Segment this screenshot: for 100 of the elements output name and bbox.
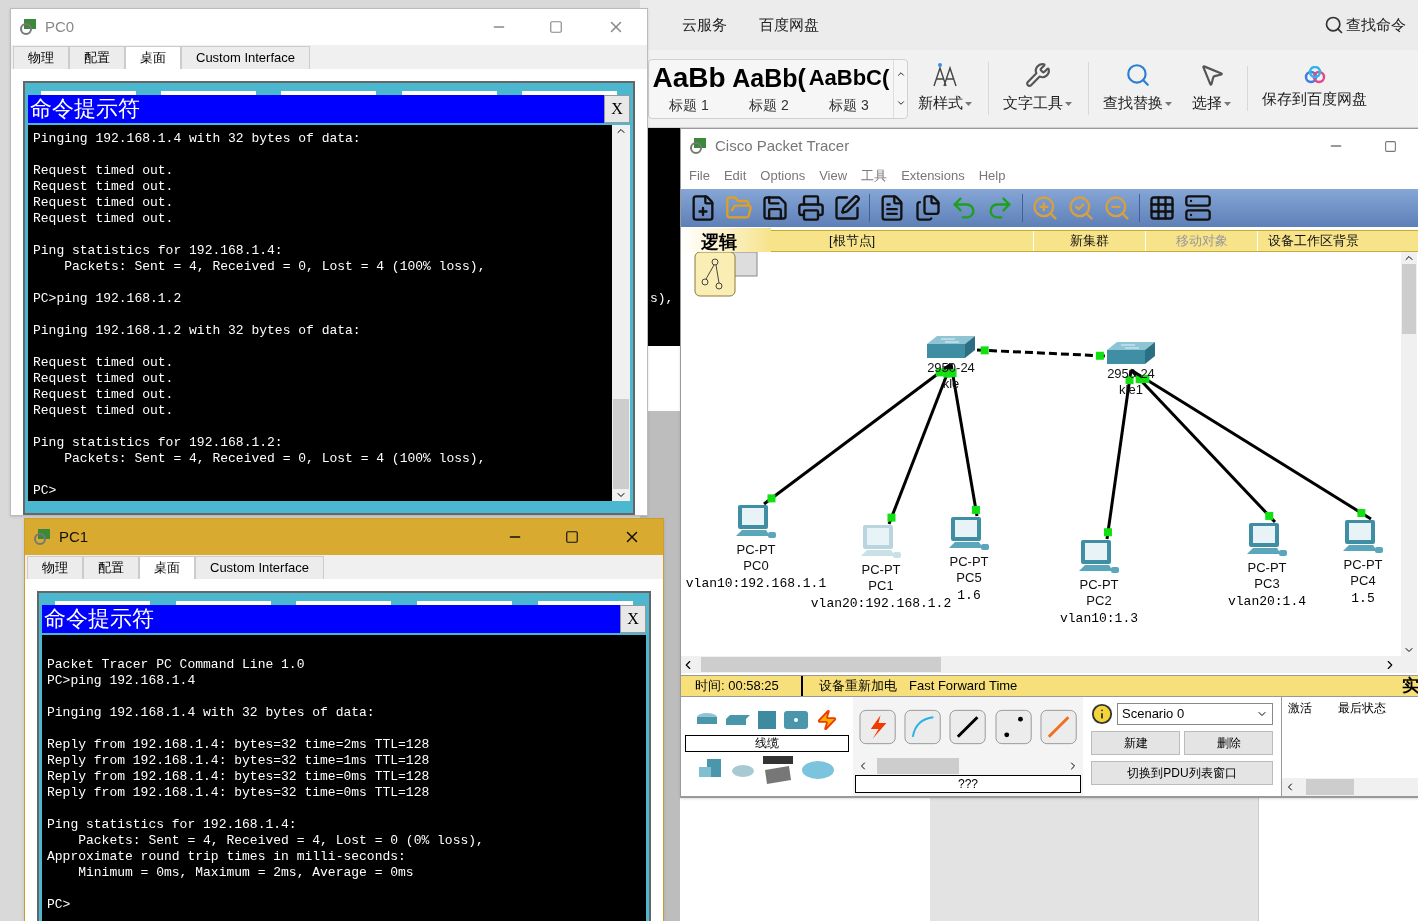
scrollbar-thumb[interactable]	[877, 758, 959, 774]
terminal-line: Packet Tracer PC Command Line 1.0	[47, 657, 306, 673]
switch-category-icon[interactable]	[726, 715, 750, 725]
menu-item[interactable]: 工具	[861, 166, 888, 186]
font-style-icon	[932, 62, 958, 89]
workspace-tab[interactable]: 逻辑	[681, 227, 771, 255]
fast-forward-button[interactable]: Fast Forward Time	[909, 676, 1018, 696]
menu-tab[interactable]: 百度网盘	[759, 13, 819, 37]
category-label: 线缆	[685, 735, 849, 752]
menu-tab[interactable]: 云服务	[682, 13, 727, 37]
edit-icon[interactable]	[833, 194, 861, 222]
app-icon	[33, 527, 53, 547]
palette-icon[interactable]	[1148, 194, 1176, 222]
switch-icon	[1105, 340, 1157, 366]
terminal-line: Reply from 192.168.1.4: bytes=32 time=1ms TTL=128	[47, 753, 431, 769]
command-search[interactable]: 查找命令	[1346, 13, 1406, 37]
tab[interactable]: 物理	[27, 556, 83, 579]
menu-item[interactable]: File	[689, 166, 710, 186]
column-header[interactable]: 激活	[1282, 699, 1332, 717]
vertical-scrollbar[interactable]	[1401, 252, 1417, 656]
cable-link[interactable]	[976, 346, 1106, 360]
menu-item[interactable]: Help	[978, 166, 1006, 186]
tab[interactable]: 桌面	[125, 46, 181, 69]
pdu-list-button[interactable]: 切换到PDU列表窗口	[1091, 761, 1273, 785]
tab[interactable]: 配置	[83, 556, 139, 579]
close-button[interactable]: X	[620, 605, 646, 633]
scenario-button[interactable]: 删除	[1184, 731, 1273, 755]
tab[interactable]: 配置	[69, 46, 125, 69]
info-icon[interactable]	[1091, 703, 1113, 725]
device-name: PC3	[1254, 576, 1280, 592]
menu-item[interactable]: Extensions	[901, 166, 965, 186]
maximize-icon[interactable]	[1384, 139, 1397, 153]
ribbon-button[interactable]: 查找替换	[1088, 62, 1182, 115]
simulation-time: 时间: 00:58:25	[681, 676, 803, 696]
scroll-up-icon[interactable]	[895, 69, 906, 79]
printer-icon[interactable]	[797, 194, 825, 222]
dotted-cable-icon[interactable]	[994, 709, 1032, 745]
device-icon[interactable]	[1184, 194, 1212, 222]
scrollbar-thumb[interactable]	[1402, 264, 1416, 334]
app-icon	[689, 136, 709, 156]
terminal-line: Request timed out.	[33, 403, 175, 419]
terminal-line: Pinging 192.168.1.4 with 32 bytes of data:	[47, 705, 376, 721]
tab[interactable]: 物理	[13, 46, 69, 69]
maximize-icon[interactable]	[565, 530, 579, 544]
cloud-network-icon[interactable]	[801, 760, 835, 780]
wrench-icon	[1024, 62, 1051, 89]
style-preset[interactable]: AaBbC( 标题 3	[809, 61, 889, 116]
scrollbar-thumb[interactable]	[1306, 779, 1354, 795]
ribbon-button[interactable]: 新样式	[908, 62, 982, 115]
workspace-button[interactable]: [根节点]	[771, 231, 1033, 251]
device-model: PC-PT	[949, 554, 989, 570]
scrollbar-thumb[interactable]	[701, 657, 941, 672]
scenario-button[interactable]: 新建	[1091, 731, 1180, 755]
tab[interactable]: 桌面	[139, 556, 195, 579]
app-icon	[19, 17, 39, 37]
menu-item[interactable]: Options	[760, 166, 806, 186]
vertical-scrollbar[interactable]	[612, 125, 630, 501]
cable-label: ???	[855, 775, 1081, 793]
scenario-select[interactable]: Scenario 0	[1117, 703, 1273, 725]
wireless-icon[interactable]	[784, 711, 808, 729]
switch-icon	[925, 334, 977, 360]
device-model: PC-PT	[736, 542, 776, 558]
save-icon[interactable]	[761, 194, 789, 222]
workspace-button[interactable]: 设备工作区背景	[1257, 231, 1369, 251]
workspace-button[interactable]: 新集群	[1033, 231, 1145, 251]
ribbon-button[interactable]: 文字工具	[988, 62, 1082, 115]
terminal-line: Request timed out.	[33, 195, 175, 211]
device-name: PC4	[1350, 573, 1376, 589]
terminal-line: Approximate round trip times in milli-seconds:	[47, 849, 407, 865]
documents-icon[interactable]	[914, 194, 942, 222]
straight-cable-icon[interactable]	[949, 709, 987, 745]
terminal-line: Pinging 192.168.1.4 with 32 bytes of data:	[33, 131, 362, 147]
scroll-down-icon[interactable]	[895, 98, 906, 108]
realtime-tab[interactable]: 实	[1402, 673, 1418, 699]
style-preset[interactable]: AaBb 标题 1	[649, 61, 729, 116]
tab[interactable]: Custom Interface	[195, 556, 324, 579]
horizontal-scrollbar[interactable]	[681, 656, 1417, 673]
curved-cable-icon[interactable]	[904, 709, 942, 745]
cmd-title-bar: 命令提示符	[42, 605, 620, 633]
power-cycle-button[interactable]: 设备重新加电	[819, 676, 897, 696]
terminal-line: Packets: Sent = 4, Received = 0, Lost = 4 (100% loss),	[63, 451, 487, 467]
menu-item[interactable]: View	[819, 166, 848, 186]
window-title: PC0	[45, 16, 75, 37]
horizontal-scrollbar[interactable]	[1282, 778, 1418, 796]
terminal-line: Request timed out.	[33, 211, 175, 227]
tab[interactable]: Custom Interface	[181, 46, 310, 69]
close-button[interactable]: X	[604, 95, 630, 123]
cloud-icon	[1303, 66, 1326, 85]
menu-item[interactable]: Edit	[723, 166, 747, 186]
cable-icon[interactable]	[1039, 709, 1077, 745]
terminal-line: Ping statistics for 192.168.1.4:	[47, 817, 298, 833]
window-title: Cisco Packet Tracer	[715, 135, 850, 156]
network-module-icon[interactable]	[763, 756, 793, 784]
lightning-icon[interactable]	[816, 709, 838, 731]
scrollbar-thumb[interactable]	[613, 399, 629, 489]
ribbon-button[interactable]: 保存到百度网盘	[1247, 66, 1377, 111]
lightning-icon[interactable]	[859, 709, 897, 745]
ribbon-button[interactable]: 选择	[1182, 62, 1241, 115]
search-icon[interactable]	[1324, 15, 1344, 35]
style-preset[interactable]: AaBb( 标题 2	[729, 61, 809, 116]
